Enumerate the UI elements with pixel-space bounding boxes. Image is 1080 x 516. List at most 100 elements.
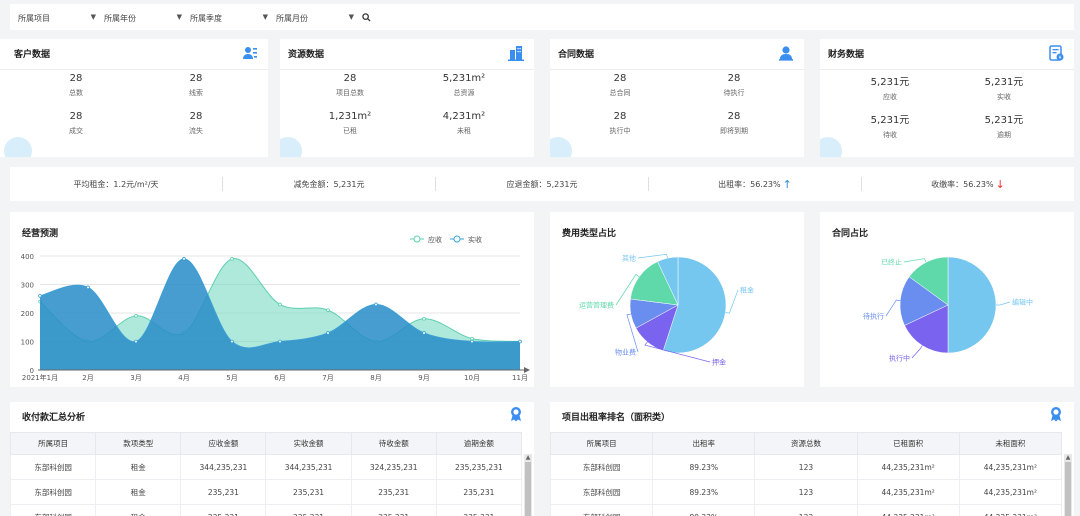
table-cell: 44,235,231m² xyxy=(856,504,960,516)
scroll-up-icon[interactable]: ▲ xyxy=(1064,454,1072,462)
stat-total: 28 总数 xyxy=(69,73,83,97)
card-title: 资源数据 xyxy=(288,50,325,60)
pie-leader-line xyxy=(725,289,739,314)
table-row: 东部科创园89.23%12344,235,231m²44,235,231m² xyxy=(550,454,1062,480)
resource-card: 资源数据 28 项目总数 5,231m² 总资源 1,231m² 已租 4,231m²… xyxy=(280,39,534,157)
search-icon xyxy=(362,13,371,22)
table-cell: 89.23% xyxy=(652,479,756,505)
arrow-up-icon: ↑ xyxy=(782,177,792,191)
legend-label: 实收 xyxy=(468,235,482,244)
scroll-up-icon[interactable]: ▲ xyxy=(524,454,532,462)
collection-rate: 收缴率：56.23% ↓ xyxy=(931,177,1005,191)
x-tick-label: 2021年1月 xyxy=(22,373,58,382)
finance-document-icon: ¥ xyxy=(1049,45,1064,61)
column-header: 已租面积 xyxy=(856,432,960,455)
x-tick-label: 11月 xyxy=(512,374,528,382)
avg-rent: 平均租金：1.2元/m²/天 xyxy=(73,179,159,189)
stat-executing: 28 执行中 xyxy=(609,111,631,135)
table-row: 东部科创园89.23%12344,235,231m²44,235,231m² xyxy=(550,504,1062,516)
column-header: 所属项目 xyxy=(10,432,97,455)
y-tick-label: 200 xyxy=(21,310,34,318)
table-cell: 东部科创园 xyxy=(10,454,97,480)
table-cell: 44,235,231m² xyxy=(958,479,1062,505)
legend-marker xyxy=(453,235,461,243)
stat-received: 5,231元 实收 xyxy=(984,77,1024,101)
contract-pie-chart: 编辑中执行中 待执行 已终止 xyxy=(863,256,1033,363)
buildings-icon xyxy=(508,46,524,61)
pie-leader-line xyxy=(911,345,923,359)
divider xyxy=(0,69,268,70)
quarter-select[interactable]: 所属季度 ▼ xyxy=(190,11,272,25)
stat-leads: 28 线索 xyxy=(189,73,203,97)
payments-table: 所属项目 款项类型 应收金额 实收金额 待收金额 逾期金额 东部科创园 租金 344,235,2… xyxy=(10,432,522,516)
data-point xyxy=(134,314,138,318)
customer-card: 客户数据 28 总数 28 线索 28 成交 28 流失 xyxy=(0,39,268,157)
table-cell: 44,235,231m² xyxy=(958,504,1062,516)
stat-to-collect: 5,231元 待收 xyxy=(870,115,910,139)
data-point xyxy=(326,331,330,335)
stat-project-total: 28 项目总数 xyxy=(336,73,364,97)
table-cell: 租金 xyxy=(95,454,182,480)
table-cell: 东部科创园 xyxy=(550,454,654,480)
column-header: 应收金额 xyxy=(180,432,267,455)
scrollbar[interactable]: ▲ xyxy=(1064,454,1072,516)
data-point xyxy=(38,294,42,298)
summary-bar: 平均租金：1.2元/m²/天 减免金额：5,231元 应退金额：5,231元 出… xyxy=(10,167,1074,201)
table-row: 东部科创园租金235,231235,231235,231235,231 xyxy=(10,504,522,516)
fee-type-pie-chart: 租金押金 物业费 运营管理费 其他 xyxy=(579,254,754,367)
pie-label: 物业费 xyxy=(615,348,636,357)
data-point xyxy=(518,339,522,344)
search-button[interactable] xyxy=(362,11,374,25)
table-cell: 235,231 xyxy=(180,504,267,516)
stat-lost: 28 流失 xyxy=(189,111,203,135)
finance-card: 财务数据 ¥ 5,231元 应收 5,231元 实收 5,231元 待收 5,231元… xyxy=(820,39,1074,157)
stat-pending: 28 待执行 xyxy=(723,73,745,97)
divider xyxy=(550,69,804,70)
project-select[interactable]: 所属项目 ▼ xyxy=(18,11,100,25)
svg-text:¥: ¥ xyxy=(1059,55,1062,61)
award-badge-icon xyxy=(1051,407,1061,422)
table-cell: 租金 xyxy=(95,479,182,505)
data-point xyxy=(278,302,282,307)
ranking-table: 所属项目 出租率 资源总数 已租面积 未租面积 东部科创园 89.23% 123 44,235,… xyxy=(550,432,1062,516)
panel-title: 项目出租率排名（面积类） xyxy=(562,413,671,423)
scrollbar-thumb[interactable] xyxy=(1065,462,1071,516)
data-point xyxy=(422,331,426,335)
data-point xyxy=(230,257,234,261)
data-point xyxy=(470,336,474,341)
fee-type-panel: 费用类型占比 租金 押金 物业费 运营管理费 其他 xyxy=(550,212,804,387)
award-badge-icon xyxy=(511,407,521,422)
chevron-down-icon: ▼ xyxy=(176,13,182,21)
divider xyxy=(280,69,534,70)
table-cell: 租金 xyxy=(95,504,182,516)
person-badge-icon xyxy=(779,46,793,61)
x-tick-label: 7月 xyxy=(322,374,333,382)
table-cell: 235,231 xyxy=(265,504,352,516)
x-tick-label: 4月 xyxy=(178,374,189,382)
scrollbar[interactable]: ▲ xyxy=(524,454,532,516)
chevron-down-icon: ▼ xyxy=(348,13,354,21)
divider xyxy=(820,69,1074,70)
panel-title: 收付款汇总分析 xyxy=(22,413,86,423)
decor-circle xyxy=(280,137,302,157)
column-header: 实收金额 xyxy=(265,432,352,455)
table-cell: 235,235,231 xyxy=(435,454,522,480)
pie-leader-line xyxy=(996,301,1011,306)
table-cell: 235,231 xyxy=(435,504,522,516)
table-cell: 89.23% xyxy=(652,454,756,480)
pie-label: 其他 xyxy=(622,254,636,263)
column-header: 出租率 xyxy=(652,432,756,455)
refund-amount: 应退金额：5,231元 xyxy=(506,179,578,189)
data-point xyxy=(422,316,426,321)
year-select[interactable]: 所属年份 ▼ xyxy=(104,11,186,25)
x-tick-label: 5月 xyxy=(226,374,237,382)
table-cell: 东部科创园 xyxy=(550,504,654,516)
table-cell: 东部科创园 xyxy=(550,479,654,505)
pie-label: 已终止 xyxy=(881,258,902,267)
card-title: 客户数据 xyxy=(14,50,51,60)
month-select[interactable]: 所属月份 ▼ xyxy=(276,11,358,25)
x-tick-label: 2月 xyxy=(82,374,93,382)
data-point xyxy=(326,308,330,312)
scrollbar-thumb[interactable] xyxy=(525,462,531,516)
table-row: 东部科创园 租金 344,235,231 344,235,231 324,235,231… xyxy=(10,454,522,480)
